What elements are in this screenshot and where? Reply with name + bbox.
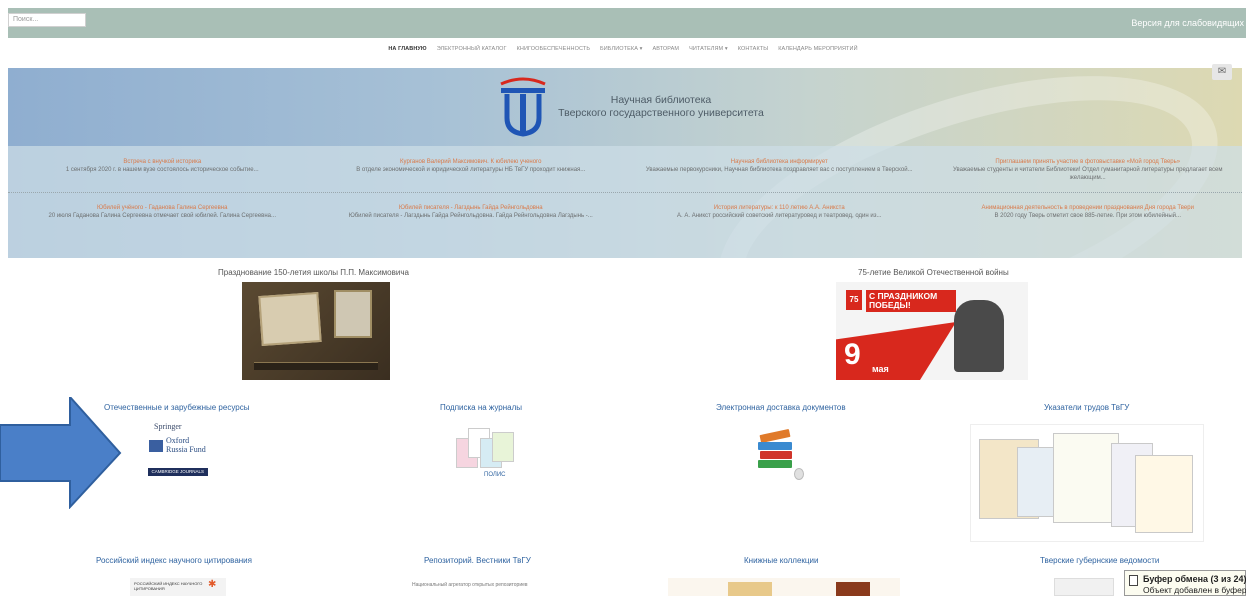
news-title[interactable]: Научная библиотека информирует: [631, 158, 928, 166]
news-snippet: В 2020 году Тверь отметит свое 885-летие…: [994, 213, 1182, 219]
school-photo: [258, 291, 322, 347]
library-title: Научная библиотека Тверского государстве…: [556, 94, 766, 120]
section-title-school[interactable]: Празднование 150-летия школы П.П. Максим…: [218, 268, 409, 277]
news-title[interactable]: Анимационная деятельность в проведении п…: [940, 204, 1237, 212]
rinc-logo-text: РОССИЙСКИЙ ИНДЕКС НАУЧНОГО ЦИТИРОВАНИЯ: [134, 581, 203, 591]
news-snippet: А. А. Аникст российский советский литера…: [677, 213, 882, 219]
nav-item-authors[interactable]: АВТОРАМ: [652, 46, 679, 60]
news-snippet: 20 июля Гаданова Галина Сергеевна отмеча…: [48, 213, 276, 219]
section-title-works[interactable]: Указатели трудов ТвГУ: [1044, 403, 1129, 412]
section-title-delivery[interactable]: Электронная доставка документов: [716, 403, 846, 412]
main-nav: НА ГЛАВНУЮ ЭЛЕКТРОННЫЙ КАТАЛОГ КНИГООБЕС…: [0, 46, 1246, 60]
portrait-photo: [334, 290, 372, 338]
arrow-pointer-icon: [0, 397, 122, 509]
book: [758, 442, 792, 450]
news-snippet: 1 сентября 2020 г. в нашем вузе состояло…: [65, 167, 259, 173]
news-item[interactable]: Встреча с внучкой историка 1 сентября 20…: [8, 158, 317, 182]
section-title-resources[interactable]: Отечественные и зарубежные ресурсы: [104, 403, 249, 412]
news-title[interactable]: Встреча с внучкой историка: [14, 158, 311, 166]
news-snippet: Юбилей писателя - Лагздынь Гайда Рейнгол…: [348, 213, 593, 219]
news-title[interactable]: История литературы: к 110 летию А.А. Ани…: [631, 204, 928, 212]
section-title-repository[interactable]: Репозиторий. Вестники ТвГУ: [424, 556, 531, 565]
low-vision-link[interactable]: Версия для слабовидящих: [1131, 18, 1244, 28]
document-delivery-image[interactable]: [752, 426, 814, 484]
victory-nine-label: 9: [844, 338, 861, 371]
news-snippet: В отделе экономической и юридической лит…: [356, 167, 586, 173]
oxford-square: [149, 440, 163, 452]
search-input[interactable]: Поиск...: [8, 13, 86, 27]
top-bar: Поиск... Версия для слабовидящих: [8, 8, 1246, 38]
news-item[interactable]: История литературы: к 110 летию А.А. Ани…: [625, 204, 934, 220]
victory-75-badge: 75: [846, 290, 862, 310]
collection-book: [728, 582, 772, 596]
news-title[interactable]: Курганов Валерий Максимович. К юбилею уч…: [323, 158, 620, 166]
news-item[interactable]: Приглашаем принять участие в фотовыставк…: [934, 158, 1243, 182]
news-row-2: Юбилей учёного - Гаданова Галина Сергеев…: [8, 204, 1242, 220]
nav-item-contacts[interactable]: КОНТАКТЫ: [738, 46, 768, 60]
school-anniversary-image[interactable]: [242, 282, 390, 380]
news-item[interactable]: Анимационная деятельность в проведении п…: [934, 204, 1243, 220]
news-title[interactable]: Приглашаем принять участие в фотовыставк…: [940, 158, 1237, 166]
repository-caption: Национальный агрегатор открытых репозито…: [412, 582, 528, 588]
victory-day-image[interactable]: 75 С ПРАЗДНИКОМ ПОБЕДЫ! 9 мая: [836, 282, 1028, 380]
clipboard-title: Буфер обмена (3 из 24): [1143, 574, 1246, 584]
repository-image[interactable]: Национальный агрегатор открытых репозито…: [412, 578, 572, 596]
section-title-journals[interactable]: Подписка на журналы: [440, 403, 522, 412]
springer-logo: Springer: [154, 422, 182, 431]
magazine-cover: [492, 432, 514, 462]
news-item[interactable]: Юбилей учёного - Гаданова Галина Сергеев…: [8, 204, 317, 220]
news-item[interactable]: Научная библиотека информирует Уважаемые…: [625, 158, 934, 182]
rinc-image[interactable]: РОССИЙСКИЙ ИНДЕКС НАУЧНОГО ЦИТИРОВАНИЯ ✱: [130, 578, 226, 596]
nav-item-book-supply[interactable]: КНИГООБЕСПЕЧЕННОСТЬ: [517, 46, 590, 60]
hero-banner: Научная библиотека Тверского государстве…: [8, 68, 1242, 258]
rinc-star-icon: ✱: [208, 579, 217, 590]
book: [758, 460, 792, 468]
nav-item-catalog[interactable]: ЭЛЕКТРОННЫЙ КАТАЛОГ: [437, 46, 507, 60]
university-logo[interactable]: [495, 74, 551, 138]
journals-image[interactable]: ПОЛИС: [446, 424, 518, 486]
soldier-figure: [954, 300, 1004, 372]
nav-item-library[interactable]: БИБЛИОТЕКА ▾: [600, 46, 642, 60]
collection-book: [836, 582, 870, 596]
photo-strip: [254, 362, 378, 370]
mail-icon[interactable]: ✉: [1212, 64, 1232, 80]
oxford-logo: Oxford Russia Fund: [166, 436, 206, 454]
polis-logo: ПОЛИС: [484, 472, 506, 478]
news-snippet: Уважаемые студенты и читатели Библиотеки…: [952, 167, 1223, 181]
cambridge-journals-logo: CAMBRIDGE JOURNALS: [148, 468, 208, 476]
clipboard-subtitle: Объект добавлен в буфер.: [1143, 585, 1246, 595]
victory-may-label: мая: [872, 364, 889, 374]
works-index-image[interactable]: [970, 424, 1204, 542]
vedomosti-image[interactable]: [1054, 578, 1114, 596]
index-cover: [1053, 433, 1119, 523]
index-cover: [1135, 455, 1193, 533]
section-title-collections[interactable]: Книжные коллекции: [744, 556, 818, 565]
news-title[interactable]: Юбилей писателя - Лагздынь Гайда Рейнгол…: [323, 204, 620, 212]
resources-image[interactable]: Springer Oxford Russia Fund CAMBRIDGE JO…: [146, 418, 212, 480]
victory-banner-text: С ПРАЗДНИКОМ ПОБЕДЫ!: [866, 290, 956, 312]
news-item[interactable]: Юбилей писателя - Лагздынь Гайда Рейнгол…: [317, 204, 626, 220]
nav-item-readers[interactable]: ЧИТАТЕЛЯМ ▾: [689, 46, 728, 60]
library-title-line2: Тверского государственного университета: [558, 107, 764, 119]
mouse-icon: [794, 468, 804, 480]
book: [759, 428, 791, 444]
nav-item-home[interactable]: НА ГЛАВНУЮ: [388, 46, 426, 60]
section-title-rinc[interactable]: Российский индекс научного цитирования: [96, 556, 252, 565]
book: [760, 451, 792, 459]
clipboard-icon: [1129, 575, 1138, 586]
news-title[interactable]: Юбилей учёного - Гаданова Галина Сергеев…: [14, 204, 311, 212]
section-title-vedomosti[interactable]: Тверские губернские ведомости: [1040, 556, 1159, 565]
library-title-line1: Научная библиотека: [610, 94, 712, 106]
clipboard-notification[interactable]: Буфер обмена (3 из 24) Объект добавлен в…: [1124, 570, 1246, 596]
news-row-1: Встреча с внучкой историка 1 сентября 20…: [8, 158, 1242, 182]
nav-item-events-calendar[interactable]: КАЛЕНДАРЬ МЕРОПРИЯТИЙ: [778, 46, 857, 60]
news-item[interactable]: Курганов Валерий Максимович. К юбилею уч…: [317, 158, 626, 182]
section-title-victory[interactable]: 75-летие Великой Отечественной войны: [858, 268, 1009, 277]
news-snippet: Уважаемые первокурсники, Научная библиот…: [645, 167, 913, 173]
collections-image[interactable]: [668, 578, 900, 596]
news-divider: [8, 192, 1242, 193]
